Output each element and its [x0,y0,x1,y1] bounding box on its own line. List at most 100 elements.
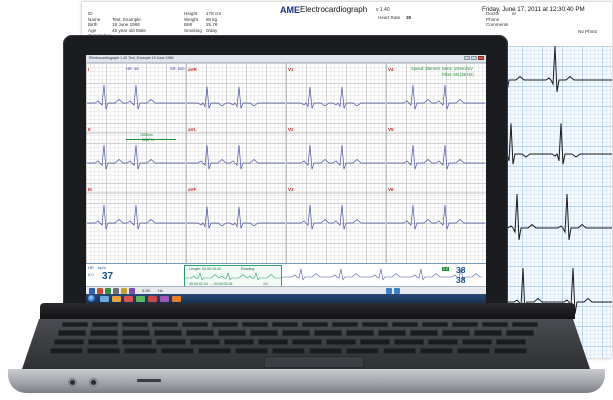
keyboard-key[interactable] [161,348,194,354]
keyboard-key[interactable] [410,330,438,336]
keyboard-key[interactable] [346,348,379,354]
audio-port-icon [68,378,77,387]
keyboard-key[interactable] [122,322,148,327]
taskbar-ecg-icon[interactable] [148,295,157,302]
field-value: 178 cm [206,11,222,16]
keyboard-key[interactable] [87,348,120,354]
keyboard-key[interactable] [272,322,298,327]
start-button[interactable] [88,295,95,302]
close-button[interactable] [478,56,484,60]
taskbar-extra-icon[interactable] [172,295,181,302]
keyboard-key[interactable] [332,322,358,327]
lead-label: V1 [288,67,294,72]
lead-label: I [88,67,90,72]
keyboard-key[interactable] [62,322,88,327]
taskbar-media-icon[interactable] [124,295,133,302]
keyboard-key[interactable] [90,330,118,336]
lead-label: V4 [388,67,394,72]
review-panel[interactable]: Length: 00:00:10.00 Reading 00:00:02.04 … [184,265,282,288]
lead-trace [287,144,385,170]
keyboard-key[interactable] [314,330,342,336]
keyboard-key[interactable] [428,339,458,345]
report-date: Friday, June 17, 2011 at 12:30:40 PM [482,6,585,13]
hr-readout: HR: 38 [126,66,139,71]
keyboard-key[interactable] [156,339,186,345]
keyboard-key[interactable] [154,330,182,336]
keyboard-key[interactable] [58,330,86,336]
keyboard-key[interactable] [190,339,220,345]
keyboard-key[interactable] [392,322,418,327]
window-titlebar[interactable]: Electrocardiograph 1.40 Test, Example 19… [86,55,486,63]
keyboard-key[interactable] [224,339,254,345]
speed-readout: Speed: 25mm/s [411,66,441,71]
keyboard-key[interactable] [292,339,322,345]
keyboard-key[interactable] [242,322,268,327]
keyboard-key[interactable] [235,348,268,354]
keyboard-key[interactable] [512,322,538,327]
keyboard-key[interactable] [309,348,342,354]
keyboard-key[interactable] [182,322,208,327]
keyboard-key[interactable] [272,348,305,354]
keyboard-key[interactable] [383,348,416,354]
keyboard-key[interactable] [186,330,214,336]
interval-bpm: 38BPM [142,138,154,142]
filter-readout: Filter ON (35 Hz) [442,72,474,77]
monitor-value-2: 38 [456,275,466,285]
keyboard-key[interactable] [462,339,492,345]
keyboard-key[interactable] [422,322,448,327]
keyboard-key[interactable] [457,348,490,354]
keyboard-key[interactable] [452,322,478,327]
keyboard-key[interactable] [482,322,508,327]
keyboard-key[interactable] [442,330,470,336]
minimize-button[interactable] [464,56,470,60]
keyboard-key[interactable] [218,330,246,336]
keyboard-key[interactable] [506,330,534,336]
touchpad[interactable] [264,356,364,368]
lead-label: V2 [288,127,294,132]
keyboard-key[interactable] [152,322,178,327]
keyboard-key[interactable] [346,330,374,336]
keyboard-key[interactable] [494,348,527,354]
lead-label: V3 [288,187,294,192]
hr-label: HR [88,265,94,270]
keyboard-key[interactable] [122,339,152,345]
heart-rate-label: Heart Rate [378,15,401,20]
keyboard-key[interactable] [496,339,526,345]
lead-label: V5 [388,127,394,132]
ecg-display[interactable]: IaVR V1 V4 II aVL V2 V5 III aVF V3 V6 HR: 38 SR: 5… [86,63,486,263]
laptop-hinge [40,303,575,319]
keyboard-key[interactable] [250,330,278,336]
taskbar-other-icon[interactable] [160,295,169,302]
keyboard-key[interactable] [54,339,84,345]
keyboard-key[interactable] [362,322,388,327]
keyboard-key[interactable] [88,339,118,345]
keyboard-key[interactable] [420,348,453,354]
heart-rate-value: 38 [406,15,412,20]
taskbar-explorer-icon[interactable] [100,295,109,302]
keyboard-key[interactable] [474,330,502,336]
keyboard-key[interactable] [212,322,238,327]
keyboard-key[interactable] [122,330,150,336]
keyboard-key[interactable] [124,348,157,354]
taskbar-app-icon[interactable] [136,295,145,302]
toolbar-unit: Hz [158,288,163,293]
lead-trace [87,204,185,230]
review-length: Length: 00:00:10.00 [189,267,221,271]
keyboard-key[interactable] [360,339,390,345]
field-label: ID [88,11,93,16]
field-label: Comments [486,22,509,28]
maximize-button[interactable] [471,56,477,60]
keyboard-key[interactable] [282,330,310,336]
keyboard-key[interactable] [302,322,328,327]
keyboard-key[interactable] [92,322,118,327]
taskbar-folder-icon[interactable] [112,295,121,302]
keyboard-key[interactable] [50,348,83,354]
keyboard-key[interactable] [326,339,356,345]
keyboard-key[interactable] [378,330,406,336]
report-title: Electrocardiograph [300,5,368,14]
keyboard-key[interactable] [198,348,231,354]
lead-label: II [88,127,91,132]
field-label: Height [184,11,198,16]
keyboard-key[interactable] [258,339,288,345]
keyboard-key[interactable] [394,339,424,345]
